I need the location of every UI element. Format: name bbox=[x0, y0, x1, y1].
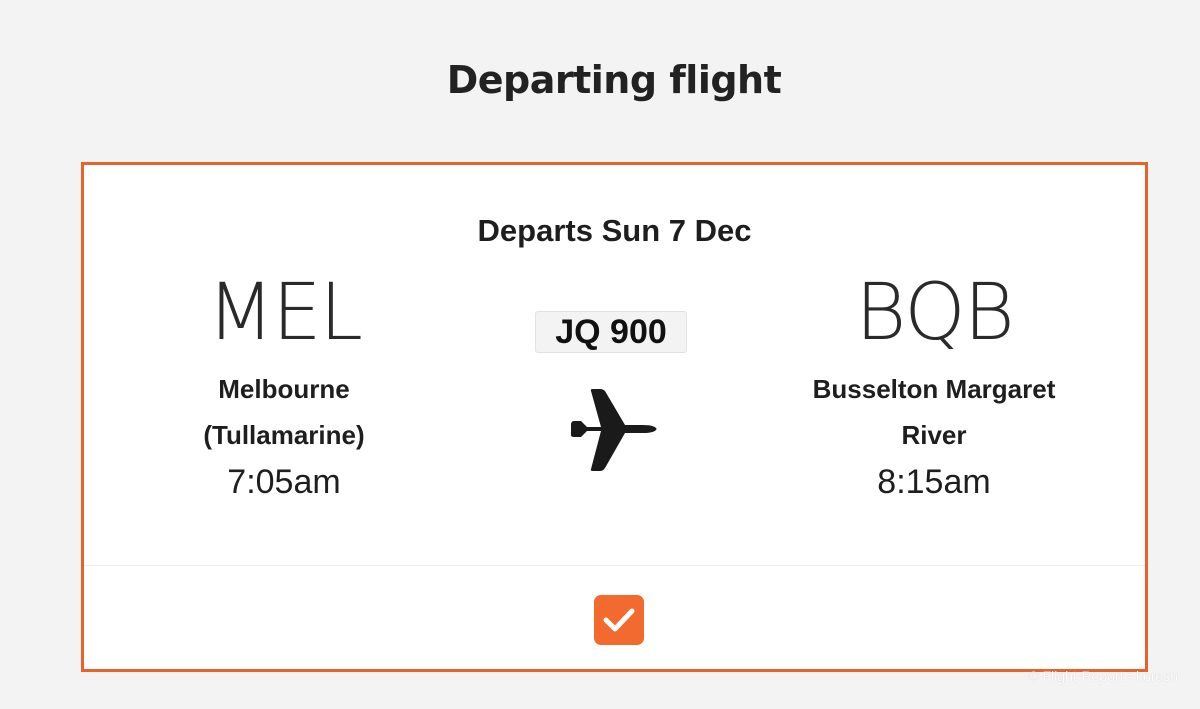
departure-date: Departs Sun 7 Dec bbox=[477, 213, 752, 248]
checkmark-icon bbox=[603, 608, 635, 632]
watermark: © Flight-Report - koresh bbox=[1028, 668, 1178, 684]
origin-code: MEL bbox=[206, 268, 363, 358]
origin-name-line2: (Tullamarine) bbox=[203, 420, 365, 450]
departure-time: 7:05am bbox=[227, 463, 341, 501]
flight-card[interactable]: Departs Sun 7 Dec MEL Melbourne (Tullama… bbox=[81, 162, 1148, 672]
destination-code: BQB bbox=[855, 268, 1015, 358]
destination-name: Busselton Margaret River bbox=[784, 366, 1084, 458]
origin-airport: MEL Melbourne (Tullamarine) 7:05am bbox=[134, 270, 434, 506]
flight-number-badge: JQ 900 bbox=[535, 311, 687, 353]
airplane-icon bbox=[567, 389, 657, 471]
destination-name-line2: River bbox=[901, 420, 967, 450]
destination-airport: BQB Busselton Margaret River 8:15am bbox=[784, 270, 1084, 506]
arrival-time: 8:15am bbox=[877, 463, 991, 501]
page-title: Departing flight bbox=[446, 58, 782, 102]
origin-name: Melbourne (Tullamarine) bbox=[134, 366, 434, 458]
select-flight-checkbox[interactable] bbox=[594, 595, 644, 645]
origin-name-line1: Melbourne bbox=[218, 374, 350, 404]
card-divider bbox=[84, 565, 1145, 566]
destination-name-line1: Busselton Margaret bbox=[812, 374, 1056, 404]
